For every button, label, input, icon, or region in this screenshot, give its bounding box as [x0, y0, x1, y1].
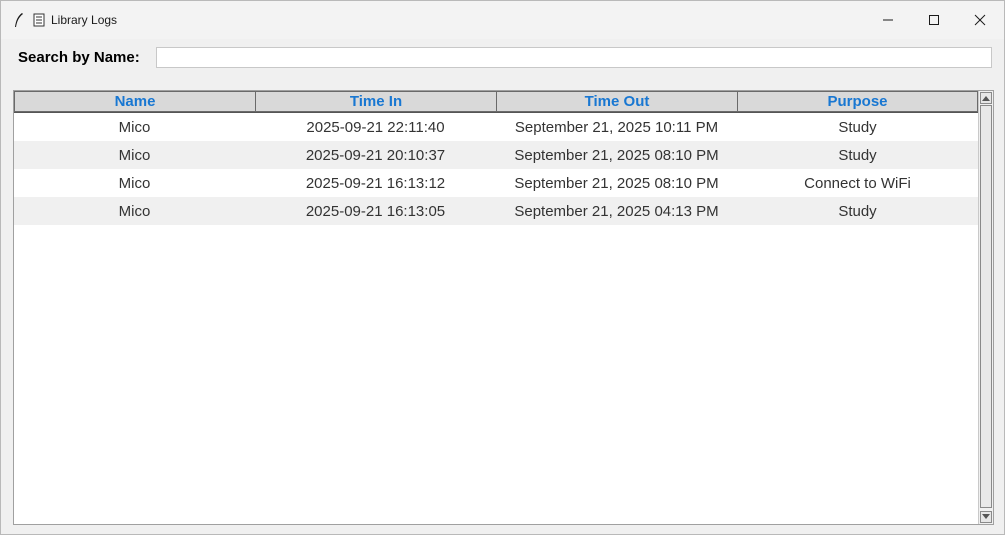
column-header-name[interactable]: Name [14, 91, 255, 112]
cell-name: Mico [118, 118, 151, 136]
close-icon [974, 14, 986, 26]
cell-time-in: 2025-09-21 22:11:40 [306, 118, 445, 136]
cell-time-in: 2025-09-21 16:13:12 [305, 174, 446, 192]
table-header: Name Time In Time Out Purpose [14, 91, 978, 113]
cell-name: Mico [118, 146, 151, 164]
column-header-purpose[interactable]: Purpose [737, 91, 978, 112]
search-input[interactable] [156, 47, 992, 68]
scrollbar-thumb[interactable] [980, 105, 992, 508]
cell-time-in: 2025-09-21 16:13:05 [305, 202, 446, 220]
cell-purpose: Study [838, 118, 877, 136]
close-button[interactable] [957, 1, 1003, 39]
feather-icon [15, 13, 23, 27]
table-row[interactable]: Mico 2025-09-21 16:13:05 September 21, 2… [14, 197, 978, 225]
minimize-button[interactable] [865, 1, 911, 39]
vertical-scrollbar[interactable] [978, 91, 993, 524]
column-header-time-out[interactable]: Time Out [496, 91, 737, 112]
cell-purpose: Study [838, 146, 877, 164]
scroll-down-button[interactable] [980, 511, 992, 523]
cell-purpose: Study [838, 202, 877, 220]
app-window: Library Logs Search by Name: Name Time I… [0, 0, 1005, 535]
minimize-icon [883, 19, 893, 21]
arrow-up-icon [982, 96, 990, 101]
cell-name: Mico [118, 202, 151, 220]
maximize-icon [929, 15, 939, 25]
cell-purpose: Connect to WiFi [804, 174, 911, 192]
table-row[interactable]: Mico 2025-09-21 20:10:37 September 21, 2… [14, 141, 978, 169]
table-row[interactable]: Mico 2025-09-21 16:13:12 September 21, 2… [14, 169, 978, 197]
search-label: Search by Name: [18, 49, 140, 66]
cell-time-out: September 21, 2025 10:11 PM [514, 118, 719, 136]
logs-table: Name Time In Time Out Purpose Mico 2025-… [13, 90, 994, 525]
title-bar[interactable]: Library Logs [1, 1, 1004, 39]
table-row[interactable]: Mico 2025-09-21 22:11:40 September 21, 2… [14, 113, 978, 141]
cell-time-in: 2025-09-21 20:10:37 [305, 146, 446, 164]
cell-time-out: September 21, 2025 08:10 PM [514, 174, 719, 192]
arrow-down-icon [982, 514, 990, 519]
cell-time-out: September 21, 2025 04:13 PM [514, 202, 719, 220]
scroll-up-button[interactable] [980, 92, 992, 104]
document-icon [33, 13, 45, 27]
column-header-time-in[interactable]: Time In [255, 91, 496, 112]
window-title: Library Logs [51, 13, 118, 27]
cell-name: Mico [118, 174, 151, 192]
maximize-button[interactable] [911, 1, 957, 39]
cell-time-out: September 21, 2025 08:10 PM [514, 146, 719, 164]
table-body: Mico 2025-09-21 22:11:40 September 21, 2… [14, 113, 978, 225]
